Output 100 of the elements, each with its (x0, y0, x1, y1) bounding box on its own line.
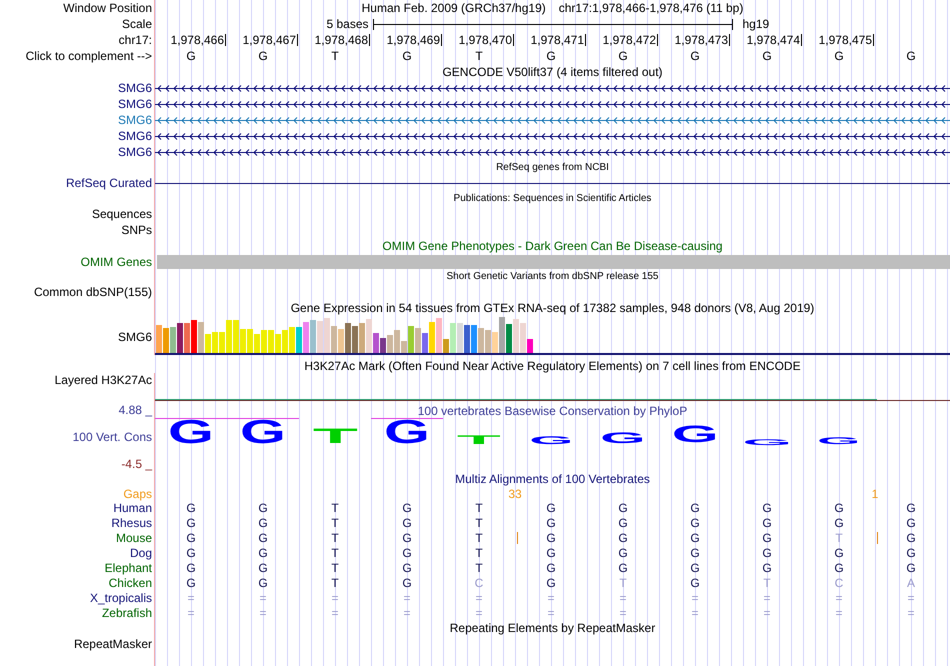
expression-bar[interactable] (282, 330, 288, 353)
transcript-line[interactable] (155, 148, 950, 156)
expression-bar[interactable] (450, 323, 456, 353)
expression-bar[interactable] (464, 325, 470, 353)
species-label[interactable]: Chicken (108, 576, 152, 590)
expression-bar[interactable] (198, 322, 204, 353)
expression-bar[interactable] (352, 326, 358, 353)
expression-bar[interactable] (338, 329, 344, 353)
base-letter[interactable]: G (690, 49, 700, 63)
expression-bar[interactable] (247, 329, 253, 353)
complement-link[interactable]: Click to complement --> (26, 49, 152, 63)
logo-letter: G (240, 420, 286, 445)
alignment-base: G (906, 500, 916, 514)
expression-bar[interactable] (401, 341, 407, 353)
expression-bar[interactable] (268, 330, 274, 353)
base-letter[interactable]: G (186, 49, 196, 63)
expression-bar[interactable] (506, 324, 512, 353)
expression-bar[interactable] (520, 323, 526, 353)
transcript-line[interactable] (155, 132, 950, 140)
base-letter[interactable]: G (258, 49, 268, 63)
expression-bar[interactable] (492, 332, 498, 353)
expression-bar[interactable] (205, 334, 211, 353)
species-label[interactable]: X_tropicalis (90, 590, 152, 604)
track-label[interactable]: RepeatMasker (74, 637, 152, 651)
expression-bar[interactable] (422, 333, 428, 353)
expression-bar[interactable] (478, 328, 484, 353)
expression-bar[interactable] (254, 334, 260, 353)
expression-bar[interactable] (485, 330, 491, 353)
expression-bar[interactable] (345, 323, 351, 353)
gene-label[interactable]: SMG6 (118, 97, 152, 111)
expression-bar[interactable] (275, 334, 281, 353)
species-label[interactable]: Zebrafish (102, 606, 152, 620)
species-label[interactable]: Human (113, 500, 152, 514)
expression-bar[interactable] (310, 320, 316, 353)
expression-bar[interactable] (324, 318, 330, 353)
expression-bar[interactable] (289, 327, 295, 353)
expression-bar[interactable] (380, 338, 386, 353)
expression-bar[interactable] (240, 329, 246, 353)
expression-bar[interactable] (527, 339, 533, 353)
track-label[interactable]: RefSeq Curated (66, 176, 152, 190)
gene-label[interactable]: SMG6 (118, 81, 152, 95)
track-label[interactable]: OMIM Genes (80, 254, 152, 268)
base-letter[interactable]: G (546, 49, 556, 63)
gene-line[interactable] (155, 182, 950, 184)
expression-bar[interactable] (499, 317, 505, 353)
expression-bar[interactable] (303, 322, 309, 353)
expression-bar[interactable] (443, 339, 449, 353)
species-label[interactable]: Mouse (116, 530, 152, 544)
species-label[interactable]: Elephant (104, 560, 152, 574)
expression-bar[interactable] (471, 325, 477, 353)
track-title: RefSeq genes from NCBI (496, 162, 609, 174)
track-label[interactable]: 100 Vert. Cons (72, 430, 152, 444)
gene-label[interactable]: SMG6 (118, 145, 152, 159)
species-label[interactable]: Dog (130, 546, 152, 560)
expression-bar[interactable] (212, 332, 218, 353)
expression-bar[interactable] (233, 320, 239, 353)
track-label[interactable]: Layered H3K27Ac (54, 373, 152, 387)
expression-bar[interactable] (226, 320, 232, 353)
base-letter[interactable]: T (331, 49, 339, 63)
expression-bar[interactable] (296, 327, 302, 353)
expression-bar[interactable] (219, 332, 225, 353)
phenotype-bar[interactable] (157, 254, 950, 268)
expression-bar[interactable] (156, 325, 162, 353)
base-letter[interactable]: G (618, 49, 628, 63)
alignment-base: G (258, 546, 268, 560)
expression-bar[interactable] (436, 318, 442, 353)
base-letter[interactable]: G (834, 49, 844, 63)
alignment-base: G (546, 530, 556, 544)
gene-label[interactable]: SMG6 (118, 129, 152, 143)
base-letter[interactable]: G (402, 49, 412, 63)
expression-bar[interactable] (513, 319, 519, 353)
expression-bar[interactable] (408, 326, 414, 353)
expression-bar[interactable] (170, 327, 176, 353)
expression-bar[interactable] (359, 323, 365, 353)
track-label[interactable]: Common dbSNP(155) (34, 285, 152, 299)
transcript-line[interactable] (155, 84, 950, 92)
expression-bar[interactable] (331, 326, 337, 353)
track-label[interactable]: Sequences (92, 207, 152, 221)
expression-bar[interactable] (191, 320, 197, 353)
expression-bar[interactable] (373, 333, 379, 353)
expression-bar[interactable] (429, 322, 435, 353)
species-label[interactable]: Rhesus (111, 516, 152, 530)
expression-bar[interactable] (394, 330, 400, 353)
expression-bar[interactable] (457, 323, 463, 353)
expression-bar[interactable] (261, 330, 267, 353)
base-letter[interactable]: G (906, 49, 916, 63)
expression-bar[interactable] (366, 319, 372, 353)
base-letter[interactable]: G (762, 49, 772, 63)
expression-bar[interactable] (415, 328, 421, 353)
gene-label[interactable]: SMG6 (118, 113, 152, 127)
track-label[interactable]: SNPs (121, 223, 152, 237)
expression-bar[interactable] (387, 335, 393, 353)
base-letter[interactable]: T (475, 49, 483, 63)
expression-bar[interactable] (163, 328, 169, 353)
transcript-line[interactable] (155, 100, 950, 108)
expression-bar[interactable] (177, 323, 183, 353)
logo-letter: G (600, 433, 646, 445)
expression-bar[interactable] (184, 323, 190, 353)
track-label[interactable]: SMG6 (118, 330, 152, 344)
expression-bar[interactable] (317, 321, 323, 353)
